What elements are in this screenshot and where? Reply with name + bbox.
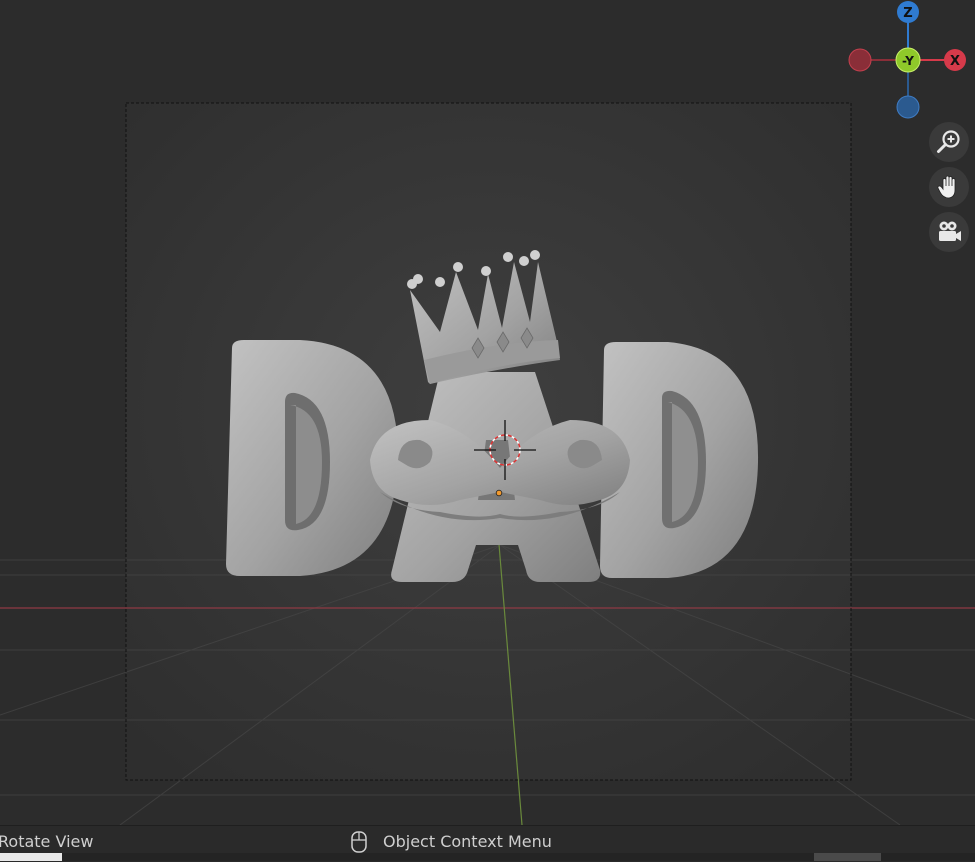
3d-viewport[interactable]: Z X -Y xyxy=(0,0,975,825)
svg-text:X: X xyxy=(950,54,960,69)
gizmo-neg-y[interactable]: -Y xyxy=(895,47,921,73)
zoom-button[interactable] xyxy=(929,122,969,162)
bottom-strip-input[interactable] xyxy=(0,853,62,861)
bottom-strip-tab[interactable] xyxy=(814,853,881,861)
svg-text:Z: Z xyxy=(903,6,912,21)
gizmo-x[interactable]: X xyxy=(944,49,966,71)
rotate-view-hint: Rotate View xyxy=(0,832,94,851)
zoom-in-icon xyxy=(937,130,960,153)
navigation-gizmo[interactable]: Z X -Y xyxy=(840,0,975,125)
camera-view-button[interactable] xyxy=(929,212,969,252)
svg-text:-Y: -Y xyxy=(902,54,914,68)
gizmo-z[interactable]: Z xyxy=(897,1,919,23)
gizmo-neg-x[interactable] xyxy=(848,48,872,72)
scene-canvas[interactable] xyxy=(0,0,975,825)
pan-button[interactable] xyxy=(929,167,969,207)
object-context-menu-hint: Object Context Menu xyxy=(383,832,552,851)
object-origin xyxy=(495,489,503,497)
gizmo-neg-z[interactable] xyxy=(896,95,920,119)
mouse-right-click-icon xyxy=(351,831,367,853)
hand-icon xyxy=(937,175,956,199)
camera-icon xyxy=(939,221,961,241)
